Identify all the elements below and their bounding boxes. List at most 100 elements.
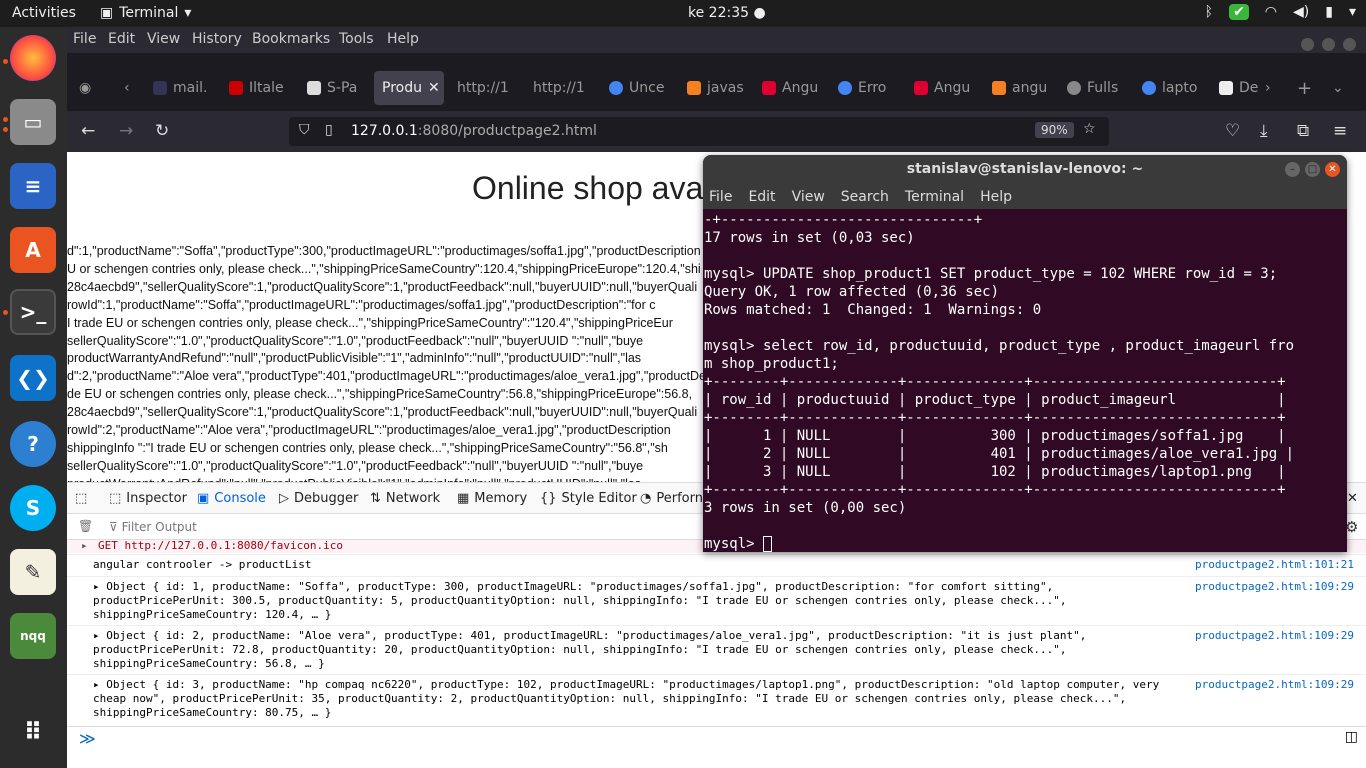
source-link[interactable]: productpage2.html:109:29 [1195, 678, 1354, 691]
console-input[interactable]: ≫ ◫ [67, 726, 1366, 768]
terminal-dock-icon[interactable]: >_ [10, 289, 56, 335]
help-icon[interactable]: ? [10, 421, 56, 467]
tab[interactable]: http://1 [457, 71, 517, 105]
terminal-window[interactable]: stanislav@stanislav-lenovo: ~ – □ ✕ File… [703, 155, 1347, 552]
menu-file[interactable]: File [709, 189, 732, 205]
power-menu-icon[interactable]: ▾ [1349, 4, 1356, 20]
menu-search[interactable]: Search [841, 189, 889, 205]
split-console-icon[interactable]: ◫ [1345, 729, 1358, 745]
clock[interactable]: ke 22:35 ● [688, 5, 766, 21]
tab[interactable]: lapto [1142, 71, 1202, 105]
bookmark-star-icon[interactable]: ☆ [1083, 121, 1096, 137]
console-object-row[interactable]: ▸ Object { id: 2, productName: "Aloe ver… [93, 629, 1358, 671]
google-icon [838, 81, 852, 95]
show-applications-icon[interactable]: ⠿ [10, 709, 56, 755]
back-icon[interactable]: ← [81, 121, 95, 141]
terminal-output[interactable]: -+------------------------------+ 17 row… [703, 209, 1347, 552]
menu-edit[interactable]: Edit [108, 31, 135, 47]
menu-edit[interactable]: Edit [748, 189, 775, 205]
devtools-tab-memory[interactable]: ▦ Memory [457, 491, 527, 506]
tab[interactable]: Angu [762, 71, 822, 105]
system-tray[interactable]: ᛒ ✔ ◠ ◀) ▮ ▾ [1205, 4, 1356, 20]
menu-view[interactable]: View [792, 189, 825, 205]
json-line: shippingInfo ":"I trade EU or schengen c… [67, 440, 668, 455]
update-icon[interactable]: ✔ [1229, 4, 1249, 20]
tab[interactable]: Angu [914, 71, 974, 105]
battery-icon[interactable]: ▮ [1325, 4, 1333, 20]
tab[interactable]: Unce [609, 71, 669, 105]
minimize-button[interactable] [1301, 38, 1314, 51]
nqq-icon[interactable]: nqq [10, 613, 56, 659]
menu-history[interactable]: History [192, 31, 242, 47]
app-menu[interactable]: ▣ Terminal ▾ [100, 5, 191, 21]
tab-active[interactable]: Produ ✕ [374, 71, 444, 105]
tab[interactable]: Iltale [229, 71, 289, 105]
minimize-button[interactable]: – [1285, 162, 1300, 177]
zoom-level[interactable]: 90% [1035, 122, 1074, 138]
bluetooth-icon[interactable]: ᛒ [1205, 4, 1213, 20]
new-tab-icon[interactable]: + [1297, 71, 1312, 105]
tab[interactable]: S-Pa [307, 71, 367, 105]
text-editor-icon[interactable]: ✎ [10, 549, 56, 595]
close-devtools-icon[interactable]: ✕ [1347, 491, 1358, 506]
console-object-row[interactable]: ▸ Object { id: 3, productName: "hp compa… [93, 678, 1358, 720]
activities-button[interactable]: Activities [12, 5, 76, 21]
wifi-icon[interactable]: ◠ [1265, 4, 1277, 20]
shield-icon[interactable]: ⛉ [299, 122, 310, 138]
tab[interactable]: mail. [153, 71, 213, 105]
menu-view[interactable]: View [147, 31, 180, 47]
tab[interactable]: angu [992, 71, 1052, 105]
source-link[interactable]: productpage2.html:109:29 [1195, 629, 1354, 642]
forward-icon[interactable]: → [119, 121, 133, 141]
devtools-tab-network[interactable]: ⇅ Network [370, 491, 440, 506]
firefox-icon[interactable] [10, 35, 56, 81]
tab[interactable]: Erro [838, 71, 898, 105]
skype-icon[interactable]: S [10, 485, 56, 531]
volume-icon[interactable]: ◀) [1293, 4, 1309, 20]
hamburger-menu-icon[interactable]: ≡ [1333, 121, 1347, 141]
maximize-button[interactable]: □ [1305, 162, 1320, 177]
devtools-tab-style-editor[interactable]: {} Style Editor [540, 491, 637, 506]
expand-icon[interactable]: ▸ [81, 539, 88, 552]
filter-input[interactable]: ⊽ Filter Output [109, 520, 197, 534]
menu-file[interactable]: File [73, 31, 96, 47]
files-icon[interactable]: ▭ [10, 99, 56, 145]
devtools-tab-debugger[interactable]: ▷ Debugger [279, 491, 358, 506]
menu-help[interactable]: Help [980, 189, 1012, 205]
settings-gear-icon[interactable]: ⚙ [1345, 518, 1358, 536]
menu-terminal[interactable]: Terminal [905, 189, 964, 205]
list-all-tabs-icon[interactable]: ⌄ [1332, 71, 1344, 105]
tab-scroll-right-icon[interactable]: › [1265, 71, 1271, 105]
tab[interactable]: De [1219, 71, 1267, 105]
element-picker-icon[interactable]: ⬚ [75, 491, 87, 506]
close-tab-icon[interactable]: ✕ [428, 80, 440, 96]
page-info-icon[interactable]: ▯ [325, 122, 333, 138]
writer-icon[interactable]: ≡ [10, 163, 56, 209]
devtools-tab-console[interactable]: ▣ Console [197, 491, 266, 506]
source-link[interactable]: productpage2.html:101:21 [1195, 558, 1354, 571]
url-bar[interactable]: ⛉ ▯ 127.0.0.1:8080/productpage2.html 90%… [289, 117, 1109, 146]
pocket-icon[interactable]: ♡ [1225, 121, 1240, 141]
console-object-row[interactable]: ▸ Object { id: 1, productName: "Soffa", … [93, 580, 1358, 622]
tab-scroll-left-icon[interactable]: ‹ [124, 71, 130, 105]
menu-help[interactable]: Help [387, 31, 419, 47]
software-icon[interactable]: A [10, 227, 56, 273]
source-link[interactable]: productpage2.html:109:29 [1195, 580, 1354, 593]
reload-icon[interactable]: ↻ [155, 121, 169, 141]
extensions-icon[interactable]: ⧉ [1297, 121, 1309, 141]
maximize-button[interactable] [1322, 38, 1335, 51]
tab[interactable]: Fulls [1067, 71, 1127, 105]
devtools-tab-performance[interactable]: ◔ Perforn [640, 491, 703, 506]
tab[interactable]: javas [687, 71, 747, 105]
tab[interactable]: http://1 [533, 71, 593, 105]
menu-bookmarks[interactable]: Bookmarks [252, 31, 330, 47]
devtools-tab-inspector[interactable]: ⬚ Inspector [109, 491, 187, 506]
menu-tools[interactable]: Tools [339, 31, 374, 47]
trash-icon[interactable]: 🗑 [78, 519, 93, 533]
firefox-view-icon[interactable]: ◉ [79, 71, 91, 105]
console-output: ▸ GET http://127.0.0.1:8080/favicon.ico … [67, 539, 1366, 726]
close-button[interactable]: ✕ [1325, 162, 1340, 177]
close-button[interactable] [1343, 38, 1356, 51]
downloads-icon[interactable]: ⤓ [1260, 121, 1268, 141]
vscode-icon[interactable]: ❮❯ [10, 355, 56, 401]
